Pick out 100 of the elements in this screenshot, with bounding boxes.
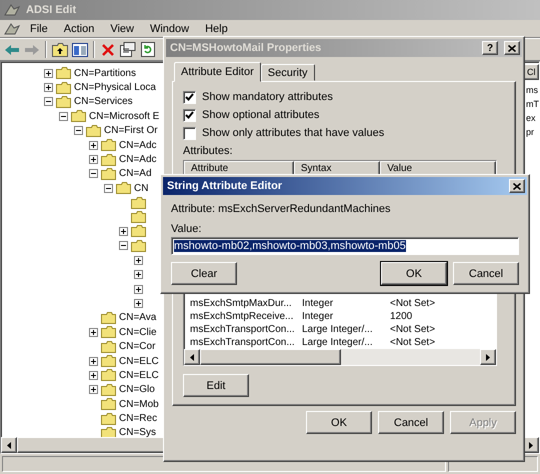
expand-icon[interactable] bbox=[89, 356, 98, 366]
expand-icon[interactable] bbox=[134, 298, 143, 308]
tree-item[interactable]: CN=Rec bbox=[119, 413, 158, 424]
expand-icon[interactable] bbox=[134, 256, 143, 265]
collapse-icon[interactable] bbox=[119, 241, 128, 250]
back-arrow-icon bbox=[4, 44, 20, 56]
list-cell-text: ms bbox=[525, 84, 539, 97]
dialog-button[interactable]: OK bbox=[306, 411, 372, 434]
table-cell-text: Large Integer/... bbox=[302, 336, 374, 349]
list-cell-text: ex bbox=[525, 112, 537, 125]
checkbox[interactable] bbox=[183, 126, 196, 140]
tree-item[interactable]: CN=Partitions bbox=[74, 68, 136, 79]
scroll-right-icon[interactable] bbox=[486, 354, 490, 360]
menu-item[interactable]: File bbox=[24, 22, 54, 36]
properties-icon bbox=[120, 42, 136, 57]
tree-item[interactable]: CN=Adc bbox=[119, 140, 157, 151]
clear-button[interactable]: Clear bbox=[171, 262, 237, 285]
close-icon bbox=[508, 44, 516, 52]
folder-icon bbox=[131, 225, 146, 238]
column-header[interactable]: Cl bbox=[524, 64, 539, 80]
expand-icon[interactable] bbox=[89, 155, 98, 164]
table-cell-text: <Not Set> bbox=[390, 297, 436, 310]
tree-item[interactable]: CN=Ava bbox=[119, 312, 156, 324]
app-icon bbox=[4, 3, 20, 17]
tree-item[interactable]: CN=First Or bbox=[104, 125, 158, 136]
expand-icon[interactable] bbox=[134, 284, 143, 294]
dialog-button[interactable]: Cancel bbox=[378, 411, 444, 434]
tree-item[interactable]: CN=Glo bbox=[119, 384, 155, 396]
toolbar-button[interactable] bbox=[51, 40, 69, 59]
table-cell-text: msExchSmtpMaxDur... bbox=[190, 297, 293, 310]
attribute-name: msExchServerRedundantMachines bbox=[218, 203, 391, 215]
list-label: Attributes: bbox=[183, 144, 234, 158]
tree-item[interactable]: CN=Microsoft E bbox=[89, 110, 160, 122]
folder-icon bbox=[101, 154, 116, 166]
list-cell-text: pr bbox=[525, 126, 536, 139]
folder-icon bbox=[101, 340, 116, 353]
toolbar-button[interactable] bbox=[139, 40, 157, 59]
checkbox-label[interactable]: Show optional attributes bbox=[202, 109, 320, 121]
refresh-icon bbox=[141, 42, 155, 57]
tab[interactable]: Security bbox=[260, 64, 315, 81]
checkbox[interactable] bbox=[183, 90, 196, 104]
folder-icon bbox=[101, 426, 116, 437]
checkbox-label[interactable]: Show mandatory attributes bbox=[202, 91, 333, 103]
delete-icon bbox=[101, 42, 115, 56]
expand-icon[interactable] bbox=[44, 83, 53, 92]
tree-item[interactable]: CN bbox=[134, 182, 148, 194]
collapse-icon[interactable] bbox=[89, 169, 98, 178]
expand-icon[interactable] bbox=[89, 140, 98, 150]
window-title: ADSI Edit bbox=[26, 4, 76, 16]
dialog-button[interactable]: Cancel bbox=[453, 262, 519, 285]
collapse-icon[interactable] bbox=[104, 184, 113, 193]
tree-item[interactable]: CN=Mob bbox=[119, 398, 159, 410]
help-button[interactable]: ? bbox=[482, 41, 498, 55]
scroll-right-icon[interactable] bbox=[529, 442, 533, 448]
folder-icon bbox=[56, 67, 71, 80]
dialog-title: String Attribute Editor bbox=[167, 180, 282, 192]
checkbox[interactable] bbox=[183, 108, 196, 122]
close-button[interactable] bbox=[509, 179, 525, 193]
folder-icon bbox=[101, 369, 116, 382]
toolbar-button[interactable] bbox=[71, 40, 89, 59]
folder-icon bbox=[71, 110, 86, 122]
checkbox-label[interactable]: Show only attributes that have values bbox=[202, 127, 384, 139]
expand-icon[interactable] bbox=[89, 385, 98, 394]
tab[interactable]: Attribute Editor bbox=[174, 62, 261, 82]
menu-item[interactable]: Help bbox=[199, 22, 234, 36]
menu-item[interactable]: Action bbox=[58, 22, 100, 36]
collapse-icon[interactable] bbox=[59, 112, 68, 121]
tree-item[interactable]: CN=Ad bbox=[119, 168, 152, 180]
forward-arrow-icon bbox=[24, 44, 40, 56]
table-cell-text: 1200 bbox=[390, 310, 414, 323]
expand-icon[interactable] bbox=[89, 370, 98, 380]
expand-icon[interactable] bbox=[134, 270, 143, 280]
tree-item[interactable]: CN=ELC bbox=[119, 356, 159, 366]
horizontal-scrollbar[interactable] bbox=[184, 349, 496, 365]
close-icon bbox=[513, 182, 521, 190]
expand-icon[interactable] bbox=[44, 68, 53, 78]
menu-item[interactable]: Window bbox=[144, 22, 196, 36]
table-cell-text: <Not Set> bbox=[390, 336, 436, 349]
tree-item[interactable]: CN=Adc bbox=[119, 154, 157, 166]
folder-icon bbox=[101, 326, 116, 338]
toolbar-button[interactable] bbox=[119, 40, 137, 59]
expand-icon[interactable] bbox=[89, 328, 98, 337]
dialog-button[interactable]: OK bbox=[381, 262, 447, 285]
edit-button[interactable]: Edit bbox=[183, 374, 249, 397]
tree-item[interactable]: CN=Services bbox=[74, 96, 133, 108]
expand-icon[interactable] bbox=[119, 226, 128, 236]
scroll-left-icon[interactable] bbox=[7, 442, 11, 448]
tree-item[interactable]: CN=ELC bbox=[119, 370, 159, 381]
tree-item[interactable]: CN=Physical Loca bbox=[74, 82, 156, 94]
collapse-icon[interactable] bbox=[74, 126, 83, 136]
menu-item[interactable]: View bbox=[104, 22, 140, 36]
tree-item[interactable]: CN=Clie bbox=[119, 326, 157, 338]
folder-icon bbox=[86, 124, 101, 137]
collapse-icon[interactable] bbox=[44, 97, 53, 106]
list-cell-text: mT bbox=[525, 98, 539, 111]
scroll-left-icon[interactable] bbox=[190, 354, 194, 360]
folder-icon bbox=[101, 312, 116, 324]
value-field[interactable]: mshowto-mb02,mshowto-mb03,mshowto-mb05 bbox=[171, 237, 519, 255]
tree-item[interactable]: CN=Cor bbox=[119, 341, 156, 352]
close-button[interactable] bbox=[504, 41, 520, 55]
